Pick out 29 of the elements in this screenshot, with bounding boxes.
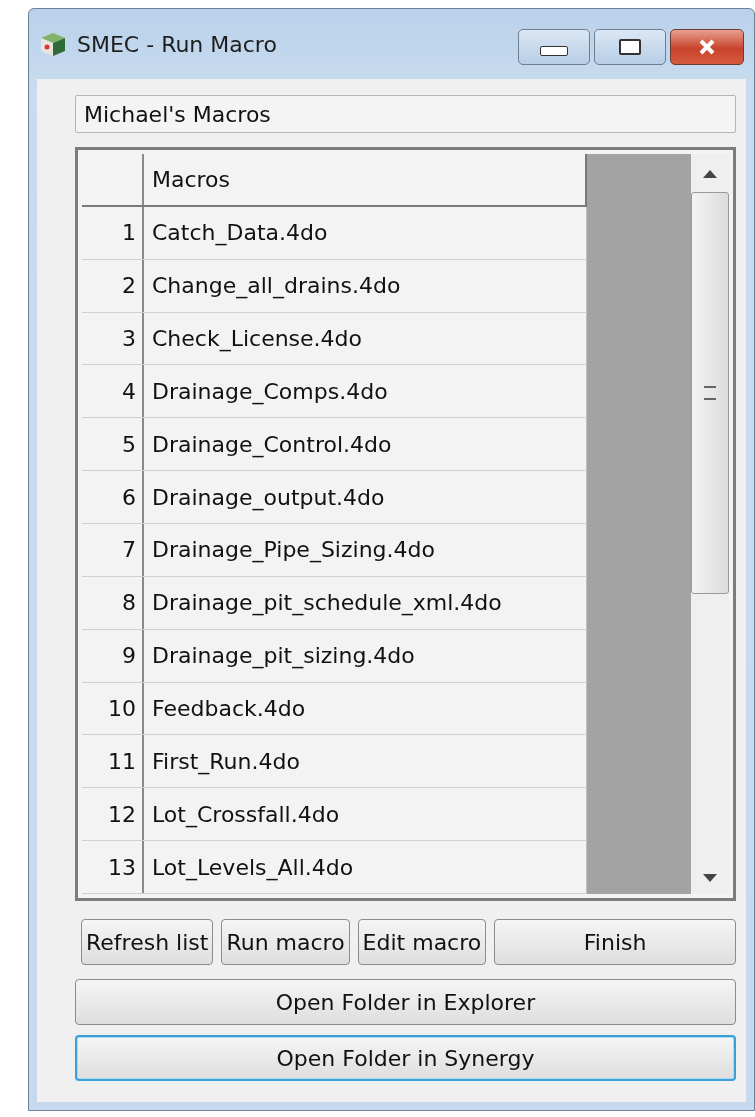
cube-icon — [39, 31, 67, 57]
scroll-down-icon[interactable] — [703, 874, 717, 882]
row-number: 5 — [82, 418, 144, 471]
close-button[interactable] — [670, 29, 744, 65]
open-folder-button[interactable]: Open Folder in Synergy — [75, 1035, 736, 1081]
row-number: 6 — [82, 471, 144, 523]
action-button[interactable]: Edit macro — [357, 919, 487, 965]
row-number: 7 — [82, 524, 144, 576]
action-button[interactable]: Finish — [494, 919, 736, 965]
action-button[interactable]: Refresh list — [81, 919, 214, 965]
maximize-button[interactable] — [594, 29, 666, 65]
vertical-scrollbar[interactable] — [691, 154, 729, 894]
scroll-thumb[interactable] — [691, 192, 729, 594]
row-number: 8 — [82, 576, 144, 629]
open-folder-button[interactable]: Open Folder in Explorer — [75, 979, 736, 1025]
window-title: SMEC - Run Macro — [77, 31, 278, 57]
row-number: 3 — [82, 312, 144, 365]
scroll-up-icon[interactable] — [703, 170, 717, 178]
row-number: 4 — [82, 365, 144, 418]
row-number: 10 — [82, 682, 144, 735]
row-number: 12 — [82, 788, 144, 841]
action-button[interactable]: Run macro — [221, 919, 350, 965]
row-number: 2 — [82, 259, 144, 312]
row-number: 1 — [82, 206, 144, 259]
row-number: 9 — [82, 629, 144, 682]
row-number: 13 — [82, 841, 144, 894]
minimize-button[interactable] — [518, 29, 590, 65]
folder-name-field[interactable]: Michael's Macros — [75, 95, 736, 133]
row-number: 11 — [82, 735, 144, 788]
